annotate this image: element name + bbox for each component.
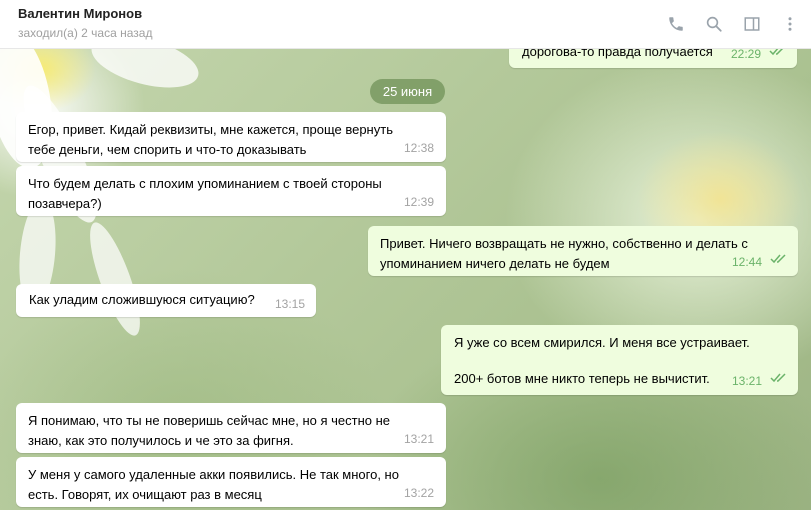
message-outgoing[interactable]: Я уже со всем смирился. И меня все устра… [441,325,798,395]
phone-icon[interactable] [665,13,687,35]
message-time: 13:22 [403,486,434,500]
contact-status: заходил(а) 2 часа назад [18,26,153,40]
read-checkmarks-icon [769,49,787,62]
message-text: Егор, привет. Кидай реквизиты, мне кажет… [28,122,393,157]
message-incoming[interactable]: Что будем делать с плохим упоминанием с … [16,166,446,216]
contact-name[interactable]: Валентин Миронов [18,6,142,21]
wallpaper-petal [86,49,204,98]
message-incoming[interactable]: У меня у самого удаленные акки появились… [16,457,446,507]
message-incoming[interactable]: Я понимаю, что ты не поверишь сейчас мне… [16,403,446,453]
message-time: 22:29 [730,49,761,61]
message-time: 13:21 [731,374,762,388]
message-incoming[interactable]: Егор, привет. Кидай реквизиты, мне кажет… [16,112,446,162]
wallpaper-petal [80,217,150,341]
more-icon[interactable] [779,13,801,35]
message-text: Как уладим сложившуюся ситуацию? [29,292,255,307]
message-text: Что будем делать с плохим упоминанием с … [28,176,382,211]
message-time: 13:21 [403,432,434,446]
message-text: Привет. Ничего возвращать не нужно, собс… [380,236,748,271]
message-incoming[interactable]: Как уладим сложившуюся ситуацию? 13:15 [16,284,316,317]
chat-header: Валентин Миронов заходил(а) 2 часа назад [0,0,811,49]
message-time: 12:38 [403,141,434,155]
message-outgoing[interactable]: дорогова-то правда получается 22:29 [509,49,797,68]
message-time: 12:44 [731,255,762,269]
read-checkmarks-icon [770,369,788,389]
message-text: Я уже со всем смирился. И меня все устра… [454,335,750,350]
message-text: У меня у самого удаленные акки появились… [28,467,399,502]
message-time: 12:39 [403,195,434,209]
message-text: дорогова-то правда получается [522,49,713,59]
search-icon[interactable] [703,13,725,35]
message-text: Я понимаю, что ты не поверишь сейчас мне… [28,413,391,448]
date-separator: 25 июня [370,79,445,104]
message-time: 13:15 [274,297,305,311]
chat-area[interactable]: дорогова-то правда получается 22:29 25 и… [0,49,811,510]
message-outgoing[interactable]: Привет. Ничего возвращать не нужно, собс… [368,226,798,276]
sidebar-toggle-icon[interactable] [741,13,763,35]
read-checkmarks-icon [770,250,788,270]
message-text: 200+ ботов мне никто теперь не вычистит. [454,371,710,386]
